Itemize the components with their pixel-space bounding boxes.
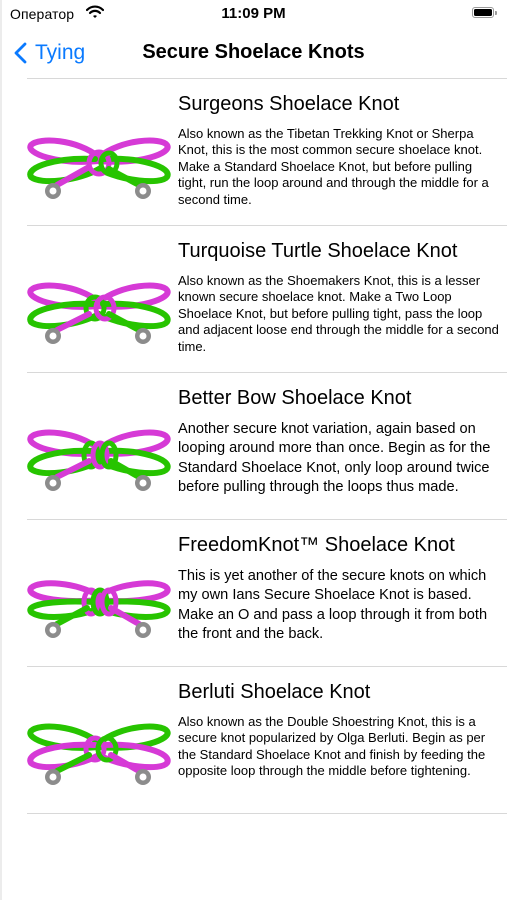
knot-thumbnail [27,373,171,519]
page-title: Secure Shoelace Knots [142,41,365,63]
knot-description: Another secure knot variation, again bas… [178,421,491,496]
knot-thumbnail [27,79,171,225]
knot-list-item[interactable]: Better Bow Shoelace Knot Another secure … [27,372,507,519]
status-bar: Оператор 11:09 PM [0,0,507,30]
knot-description: Also known as the Double Shoestring Knot… [178,714,486,779]
knot-thumbnail [27,226,171,372]
battery-icon [472,7,498,19]
knot-list-item[interactable]: FreedomKnot™ Shoelace Knot This is yet a… [27,519,507,666]
knot-thumbnail [27,667,171,813]
navigation-bar: Tying Secure Shoelace Knots [0,30,507,76]
knot-description: Also known as the Tibetan Trekking Knot … [178,126,489,207]
knot-title: Surgeons Shoelace Knot [178,93,400,115]
knot-description: Also known as the Shoemakers Knot, this … [178,273,499,354]
knot-title: Better Bow Shoelace Knot [178,387,412,409]
knot-list-item[interactable]: Turquoise Turtle Shoelace Knot Also know… [27,225,507,372]
knot-description: This is yet another of the secure knots … [178,568,488,643]
status-time: 11:09 PM [221,5,286,22]
left-edge-shadow [0,0,2,900]
knot-title: Turquoise Turtle Shoelace Knot [178,240,458,262]
knot-thumbnail [27,520,171,666]
knot-title: Berluti Shoelace Knot [178,681,371,703]
knot-list-item[interactable]: Berluti Shoelace Knot Also known as the … [27,666,507,814]
knot-list-item[interactable]: Surgeons Shoelace Knot Also known as the… [27,78,507,225]
knot-list: Surgeons Shoelace Knot Also known as the… [27,78,507,814]
knot-title: FreedomKnot™ Shoelace Knot [178,534,455,556]
